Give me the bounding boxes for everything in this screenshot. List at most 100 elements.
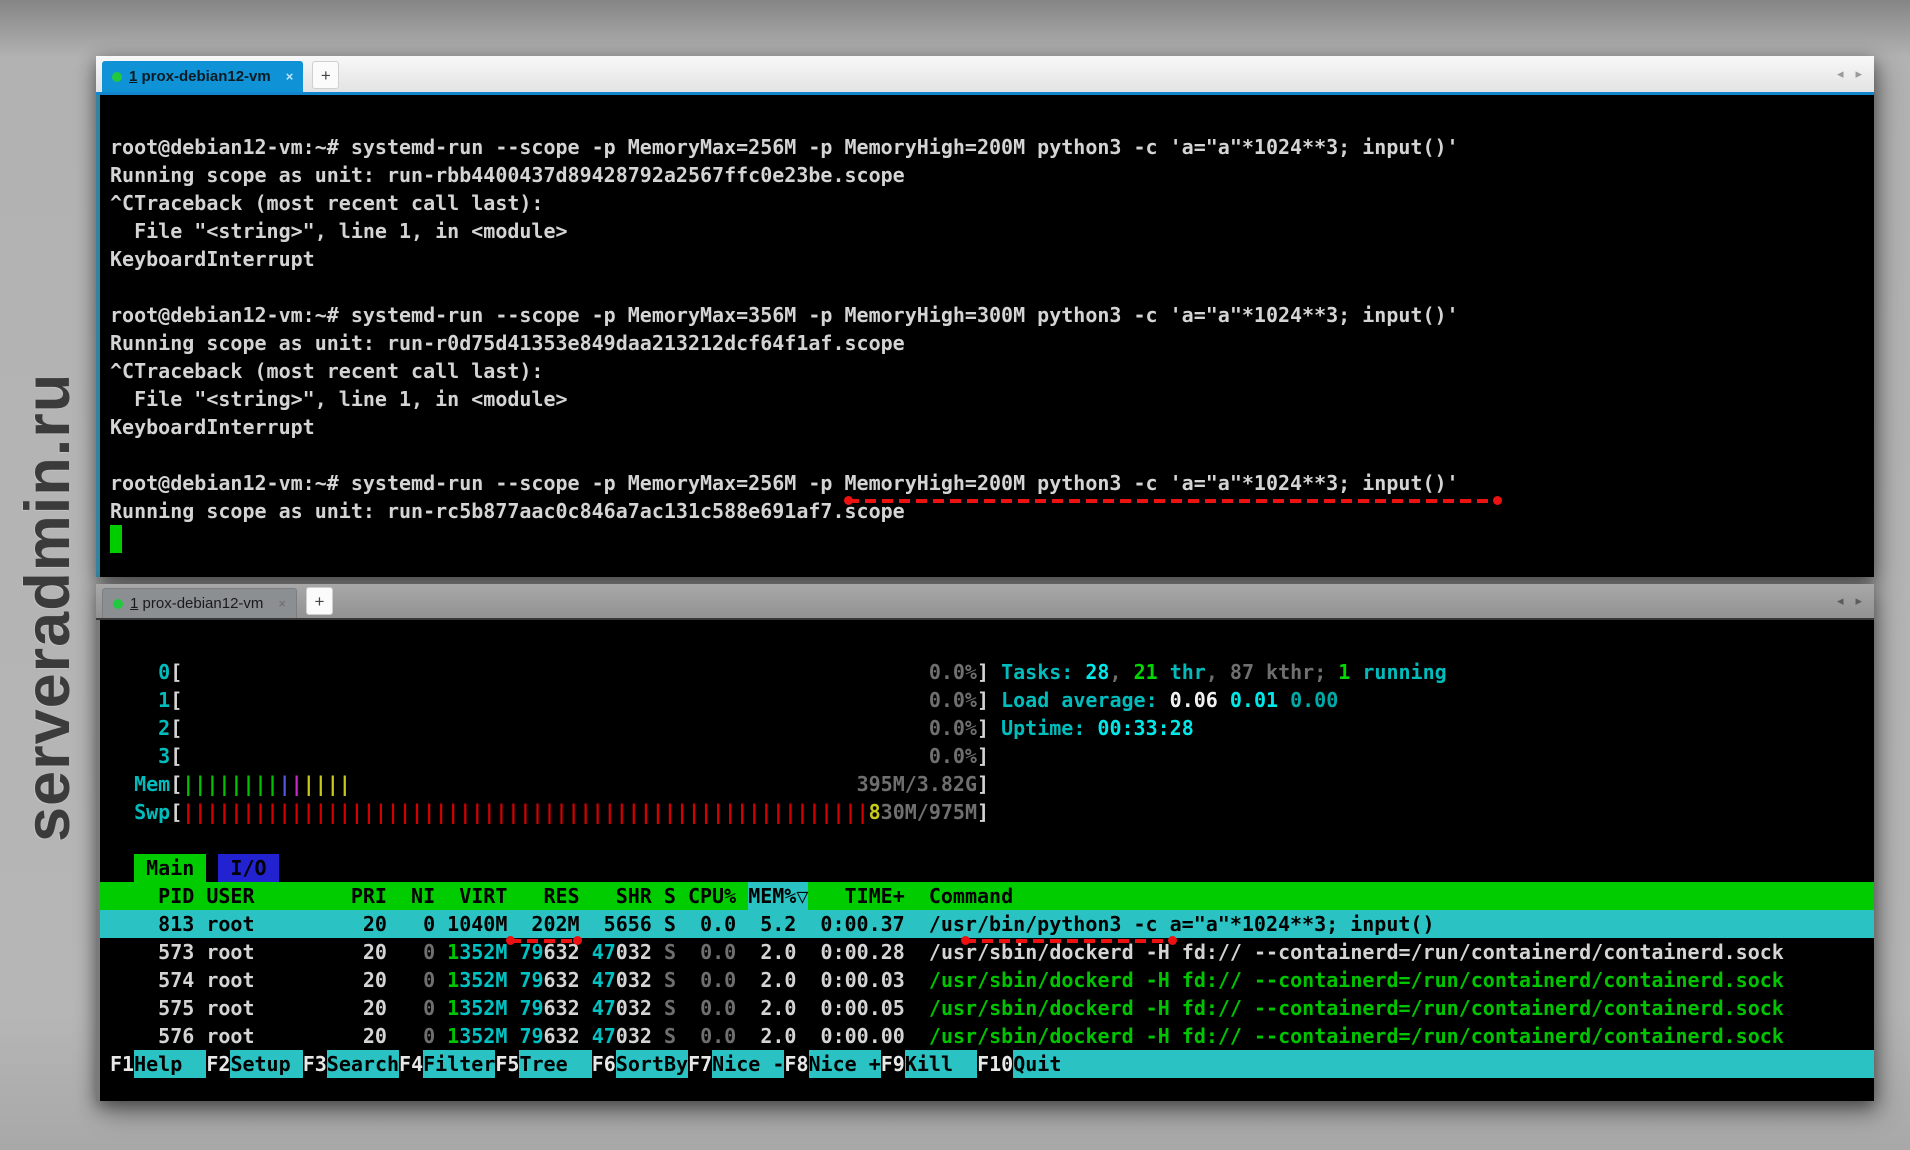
cpu0-meter: 0[ 0.0%] Tasks: 28, 21 thr, 87 kthr; 1 r… [100, 658, 1874, 686]
terminal-text: Help [134, 1050, 206, 1078]
tab-bar-top: 1 prox-debian12-vm × + ◂ ▸ [96, 56, 1874, 92]
terminal-text: 1 [110, 686, 170, 714]
shell-output: File "<string>", line 1, in <module> [100, 217, 1874, 245]
terminal-text: 2.0 [736, 994, 796, 1022]
mem-meter: Mem[|||||||||||||| 395M/3.82G] [100, 770, 1874, 798]
terminal-text: S [652, 938, 676, 966]
terminal-text: 395M/3.82G [857, 770, 977, 798]
terminal-text: 30M/975M [881, 798, 977, 826]
terminal-text: 0 [387, 1022, 435, 1050]
terminal-text: 0 [387, 994, 435, 1022]
terminal-text: File "<string>", line 1, in <module> [110, 217, 568, 245]
terminal-text: ^CTraceback (most recent call last): [110, 357, 543, 385]
tab-title: 1 prox-debian12-vm [129, 68, 271, 85]
terminal-text [435, 938, 447, 966]
terminal-text: 0.0 [676, 1022, 736, 1050]
shell-output: ^CTraceback (most recent call last): [100, 357, 1874, 385]
terminal-text: Quit [1013, 1050, 1874, 1078]
terminal-text: 632 [544, 966, 580, 994]
terminal-text: | [279, 770, 291, 798]
scroll-left-icon[interactable]: ◂ [1837, 66, 1844, 82]
terminal-text: S [652, 994, 676, 1022]
shell-output: Running scope as unit: run-r0d75d41353e8… [100, 329, 1874, 357]
terminal-text [507, 994, 519, 1022]
terminal-text: thr [1158, 658, 1206, 686]
close-icon[interactable]: × [286, 69, 294, 84]
terminal-text: 1 [447, 994, 459, 1022]
process-row-813[interactable]: 813 root 20 0 1040M 202M 5656 S 0.0 5.2 … [100, 910, 1874, 938]
terminal-text: 47 [592, 938, 616, 966]
shell-output: Running scope as unit: run-rbb4400437d89… [100, 161, 1874, 189]
scroll-left-icon[interactable]: ◂ [1837, 593, 1844, 609]
tab-prox-debian12-vm[interactable]: 1 prox-debian12-vm × [102, 61, 303, 92]
terminal-text: I/O [218, 854, 278, 882]
new-tab-button[interactable]: + [306, 587, 333, 615]
terminal-text: 2.0 [736, 938, 796, 966]
scroll-right-icon[interactable]: ▸ [1855, 593, 1862, 609]
terminal-text: F9 [881, 1050, 905, 1078]
terminal-text: F5 [495, 1050, 519, 1078]
tab-index: 1 [129, 68, 137, 85]
process-row-575[interactable]: 575 root 20 0 1352M 79632 47032 S 0.0 2.… [100, 994, 1874, 1022]
terminal-text: , [1109, 658, 1133, 686]
terminal-text: 032 [616, 1022, 652, 1050]
screen-tabs[interactable]: Main I/O [100, 854, 1874, 882]
terminal-text: Kill [905, 1050, 977, 1078]
process-row-574[interactable]: 574 root 20 0 1352M 79632 47032 S 0.0 2.… [100, 966, 1874, 994]
terminal-screen-top[interactable]: root@debian12-vm:~# systemd-run --scope … [96, 95, 1874, 577]
tab-prox-debian12-vm[interactable]: 1 prox-debian12-vm × [102, 588, 297, 618]
terminal-text: 0 [387, 966, 435, 994]
terminal-text [580, 1022, 592, 1050]
terminal-text: Tasks: [1001, 658, 1085, 686]
annotation-underline-res-202m [510, 939, 578, 943]
terminal-text [507, 966, 519, 994]
terminal-text: ] [977, 658, 1001, 686]
table-header[interactable]: PID USER PRI NI VIRT RES SHR S CPU% MEM%… [100, 882, 1874, 910]
terminal-text: 0.01 [1230, 686, 1290, 714]
annotation-underline-python-command [965, 939, 1173, 943]
terminal-text: ] [977, 742, 989, 770]
terminal-screen-htop[interactable]: 0[ 0.0%] Tasks: 28, 21 thr, 87 kthr; 1 r… [96, 620, 1874, 1101]
terminal-text: /usr/sbin/dockerd -H fd:// --containerd=… [905, 966, 1784, 994]
terminal-text: |||| [303, 770, 351, 798]
terminal-text: 79 [519, 966, 543, 994]
terminal-text: /usr/sbin/dockerd -H fd:// --containerd=… [905, 1022, 1784, 1050]
terminal-text: 0.0% [929, 658, 977, 686]
tab-scroll-nav: ◂ ▸ [1837, 66, 1862, 82]
new-tab-button[interactable]: + [312, 61, 339, 89]
terminal-text [580, 966, 592, 994]
terminal-text: 632 [544, 994, 580, 1022]
scroll-right-icon[interactable]: ▸ [1855, 66, 1862, 82]
terminal-text: 632 [544, 1022, 580, 1050]
terminal-text: 0.0 [676, 938, 736, 966]
terminal-text: 574 root 20 [110, 966, 387, 994]
terminal-window-top: 1 prox-debian12-vm × + ◂ ▸ root@debian12… [96, 56, 1874, 577]
terminal-text: [ [170, 770, 182, 798]
tab-bar-bottom: 1 prox-debian12-vm × + ◂ ▸ [96, 584, 1874, 618]
terminal-text: 47 [592, 966, 616, 994]
terminal-text: F7 [688, 1050, 712, 1078]
close-icon[interactable]: × [278, 596, 286, 611]
terminal-text: 0.06 [1170, 686, 1230, 714]
terminal-text: 0:00.28 [796, 938, 904, 966]
terminal-text: ] [977, 686, 1001, 714]
terminal-text: [ [170, 714, 182, 742]
terminal-text: 21 [1134, 658, 1158, 686]
cpu3-meter: 3[ 0.0%] [100, 742, 1874, 770]
cpu1-meter: 1[ 0.0%] Load average: 0.06 0.01 0.00 [100, 686, 1874, 714]
terminal-text: 352M [459, 1022, 507, 1050]
session-status-icon [112, 72, 122, 82]
terminal-text: 0.0% [929, 714, 977, 742]
terminal-text: Setup [230, 1050, 302, 1078]
terminal-text [435, 994, 447, 1022]
watermark-serveradmin: serveradmin.ru [12, 302, 84, 842]
terminal-text [435, 966, 447, 994]
terminal-text: F2 [206, 1050, 230, 1078]
terminal-text: 032 [616, 966, 652, 994]
terminal-text: root@debian12-vm:~# systemd-run --scope … [110, 133, 1459, 161]
terminal-text: [ [170, 686, 182, 714]
process-row-576[interactable]: 576 root 20 0 1352M 79632 47032 S 0.0 2.… [100, 1022, 1874, 1050]
function-key-bar[interactable]: F1Help F2Setup F3SearchF4FilterF5Tree F6… [100, 1050, 1874, 1078]
terminal-text: 0 [387, 938, 435, 966]
shell-output: KeyboardInterrupt [100, 245, 1874, 273]
